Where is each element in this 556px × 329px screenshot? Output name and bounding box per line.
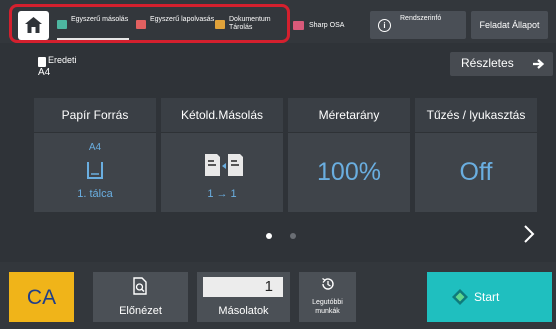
start-diamond-icon [452,289,468,305]
card-title: Tűzés / lyukasztás [415,98,537,133]
staple-punch-card[interactable]: Tűzés / lyukasztás Off [415,98,537,212]
staple-punch-value: Off [459,158,493,186]
tab-document-filing[interactable]: Dokumentum Tárolás [215,12,287,40]
original-value: A4 [38,67,51,78]
details-button[interactable]: Részletes [450,52,553,76]
tab-label: Egyszerű másolás [71,16,129,23]
clear-all-button[interactable]: CA [9,272,74,322]
scan-icon [136,20,146,29]
info-icon: i [378,19,391,32]
preview-button[interactable]: Előnézet [93,272,188,322]
copies-control[interactable]: 1 Másolatok [197,272,290,322]
page-dot[interactable] [290,233,296,239]
paper-source-card[interactable]: Papír Forrás A4 1. tálca [34,98,156,212]
paper-size: A4 [88,142,102,153]
folder-icon [215,20,225,29]
paper-tray-icon [87,162,103,179]
system-info-button[interactable]: i Rendszerinfó [370,11,466,39]
card-title: Méretarány [288,98,410,133]
preview-label: Előnézet [119,305,162,317]
start-button[interactable]: Start [427,272,552,322]
sharp-osa-button[interactable]: Sharp OSA [293,13,361,39]
sharp-osa-label: Sharp OSA [309,22,345,29]
tab-easy-scan[interactable]: Egyszerű lapolvasás [136,12,214,40]
home-icon [25,17,42,33]
tab-easy-copy[interactable]: Egyszerű másolás [57,12,129,40]
chevron-right-icon[interactable] [523,224,535,244]
original-label: Eredeti [48,55,77,65]
copy-ratio-card[interactable]: Méretarány 100% [288,98,410,212]
start-label: Start [474,290,500,304]
duplex-mode: 1 → 1 [207,188,237,200]
system-info-label: Rendszerinfó [400,15,442,22]
duplex-icon [205,154,243,176]
preview-icon [133,277,147,295]
copy-ratio-value: 100% [317,158,381,186]
tab-label: Dokumentum Tárolás [229,16,271,31]
arrow-right-icon [533,59,545,69]
copies-label: Másolatok [218,305,269,317]
sharp-osa-icon [293,21,304,30]
original-document-icon [38,57,46,67]
copies-input[interactable]: 1 [203,277,283,297]
paper-tray: 1. tálca [77,188,113,200]
recent-jobs-button[interactable]: Legutóbbi munkák [299,272,356,322]
tab-label: Egyszerű lapolvasás [150,16,215,23]
card-title: Papír Forrás [34,98,156,133]
details-label: Részletes [461,56,514,70]
page-dot-active[interactable] [266,233,272,239]
copy-icon [57,20,67,29]
history-icon [322,277,334,290]
home-button[interactable] [18,11,49,40]
job-status-button[interactable]: Feladat Állapot [471,11,548,39]
card-title: Kétold.Másolás [161,98,283,133]
duplex-copy-card[interactable]: Kétold.Másolás 1 → 1 [161,98,283,212]
recent-jobs-label: Legutóbbi munkák [312,299,343,315]
